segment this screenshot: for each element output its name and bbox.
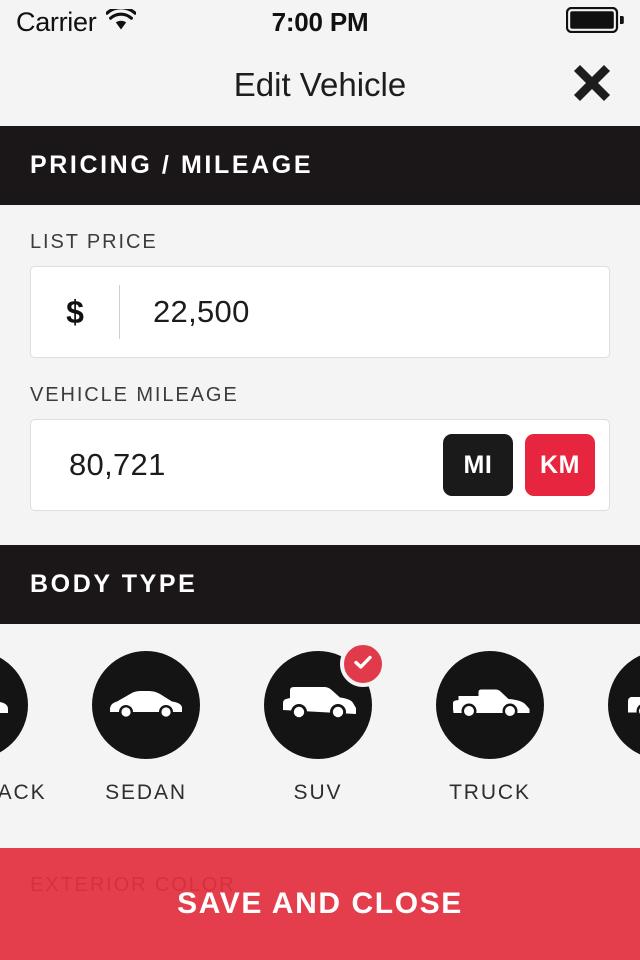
vehicle-mileage-input[interactable]: 80,721: [31, 447, 443, 483]
currency-symbol: $: [66, 293, 84, 330]
page-header: Edit Vehicle: [0, 44, 640, 126]
body-type-circle: [264, 641, 386, 759]
body-type-selected-badge: [340, 641, 386, 687]
body-type-circle: [436, 651, 544, 759]
panel-spacer: [30, 511, 610, 545]
body-type-circle: [608, 651, 640, 759]
section-header-body-type: BODY TYPE: [0, 545, 640, 624]
body-type-carousel[interactable]: HATCHBACK SEDAN: [0, 624, 640, 844]
car-sedan-icon: [107, 684, 185, 727]
body-type-label: SUV: [293, 781, 343, 804]
unit-button-mi[interactable]: MI: [443, 434, 513, 496]
check-circle-icon: [351, 650, 375, 679]
body-type-label: HATCHBACK: [0, 781, 47, 804]
body-type-option-suv[interactable]: SUV: [232, 624, 404, 805]
vehicle-mileage-field: VEHICLE MILEAGE 80,721 MI KM: [30, 358, 610, 511]
close-x-icon: [570, 61, 614, 110]
pricing-panel: LIST PRICE $ 22,500 VEHICLE MILEAGE 80,7…: [0, 205, 640, 545]
body-type-option-truck[interactable]: TRUCK: [404, 624, 576, 805]
close-button[interactable]: [566, 59, 618, 111]
status-bar-time: 7:00 PM: [271, 6, 369, 37]
car-truck-icon: [450, 683, 530, 728]
list-price-field: LIST PRICE $ 22,500: [30, 205, 610, 358]
list-price-input-box[interactable]: $ 22,500: [30, 266, 610, 358]
car-hatchback-icon: [0, 683, 12, 728]
body-type-option-sedan[interactable]: SEDAN: [60, 624, 232, 805]
body-type-label: TRUCK: [449, 781, 531, 804]
body-type-option-hatchback[interactable]: HATCHBACK: [0, 624, 60, 805]
list-price-input[interactable]: 22,500: [120, 294, 609, 330]
section-header-pricing-label: PRICING / MILEAGE: [30, 151, 314, 179]
save-and-close-label: SAVE AND CLOSE: [177, 887, 463, 920]
save-and-close-button[interactable]: SAVE AND CLOSE: [0, 848, 640, 960]
body-type-carousel-area[interactable]: HATCHBACK SEDAN: [0, 624, 640, 844]
list-price-label: LIST PRICE: [30, 231, 158, 253]
status-bar: Carrier 7:00 PM: [0, 0, 640, 44]
unit-button-km[interactable]: KM: [525, 434, 595, 496]
car-suv-icon: [279, 682, 357, 729]
body-type-option-next[interactable]: [576, 624, 640, 781]
vehicle-mileage-label: VEHICLE MILEAGE: [30, 384, 239, 406]
car-van-icon: [624, 683, 640, 728]
section-header-body-type-label: BODY TYPE: [30, 570, 198, 598]
page-title: Edit Vehicle: [233, 66, 407, 103]
vehicle-mileage-input-box[interactable]: 80,721 MI KM: [30, 419, 610, 511]
mileage-unit-toggle: MI KM: [443, 434, 609, 496]
body-type-label: SEDAN: [105, 781, 187, 804]
section-header-pricing: PRICING / MILEAGE: [0, 126, 640, 205]
body-type-circle: [0, 651, 28, 759]
body-type-circle: [92, 651, 200, 759]
